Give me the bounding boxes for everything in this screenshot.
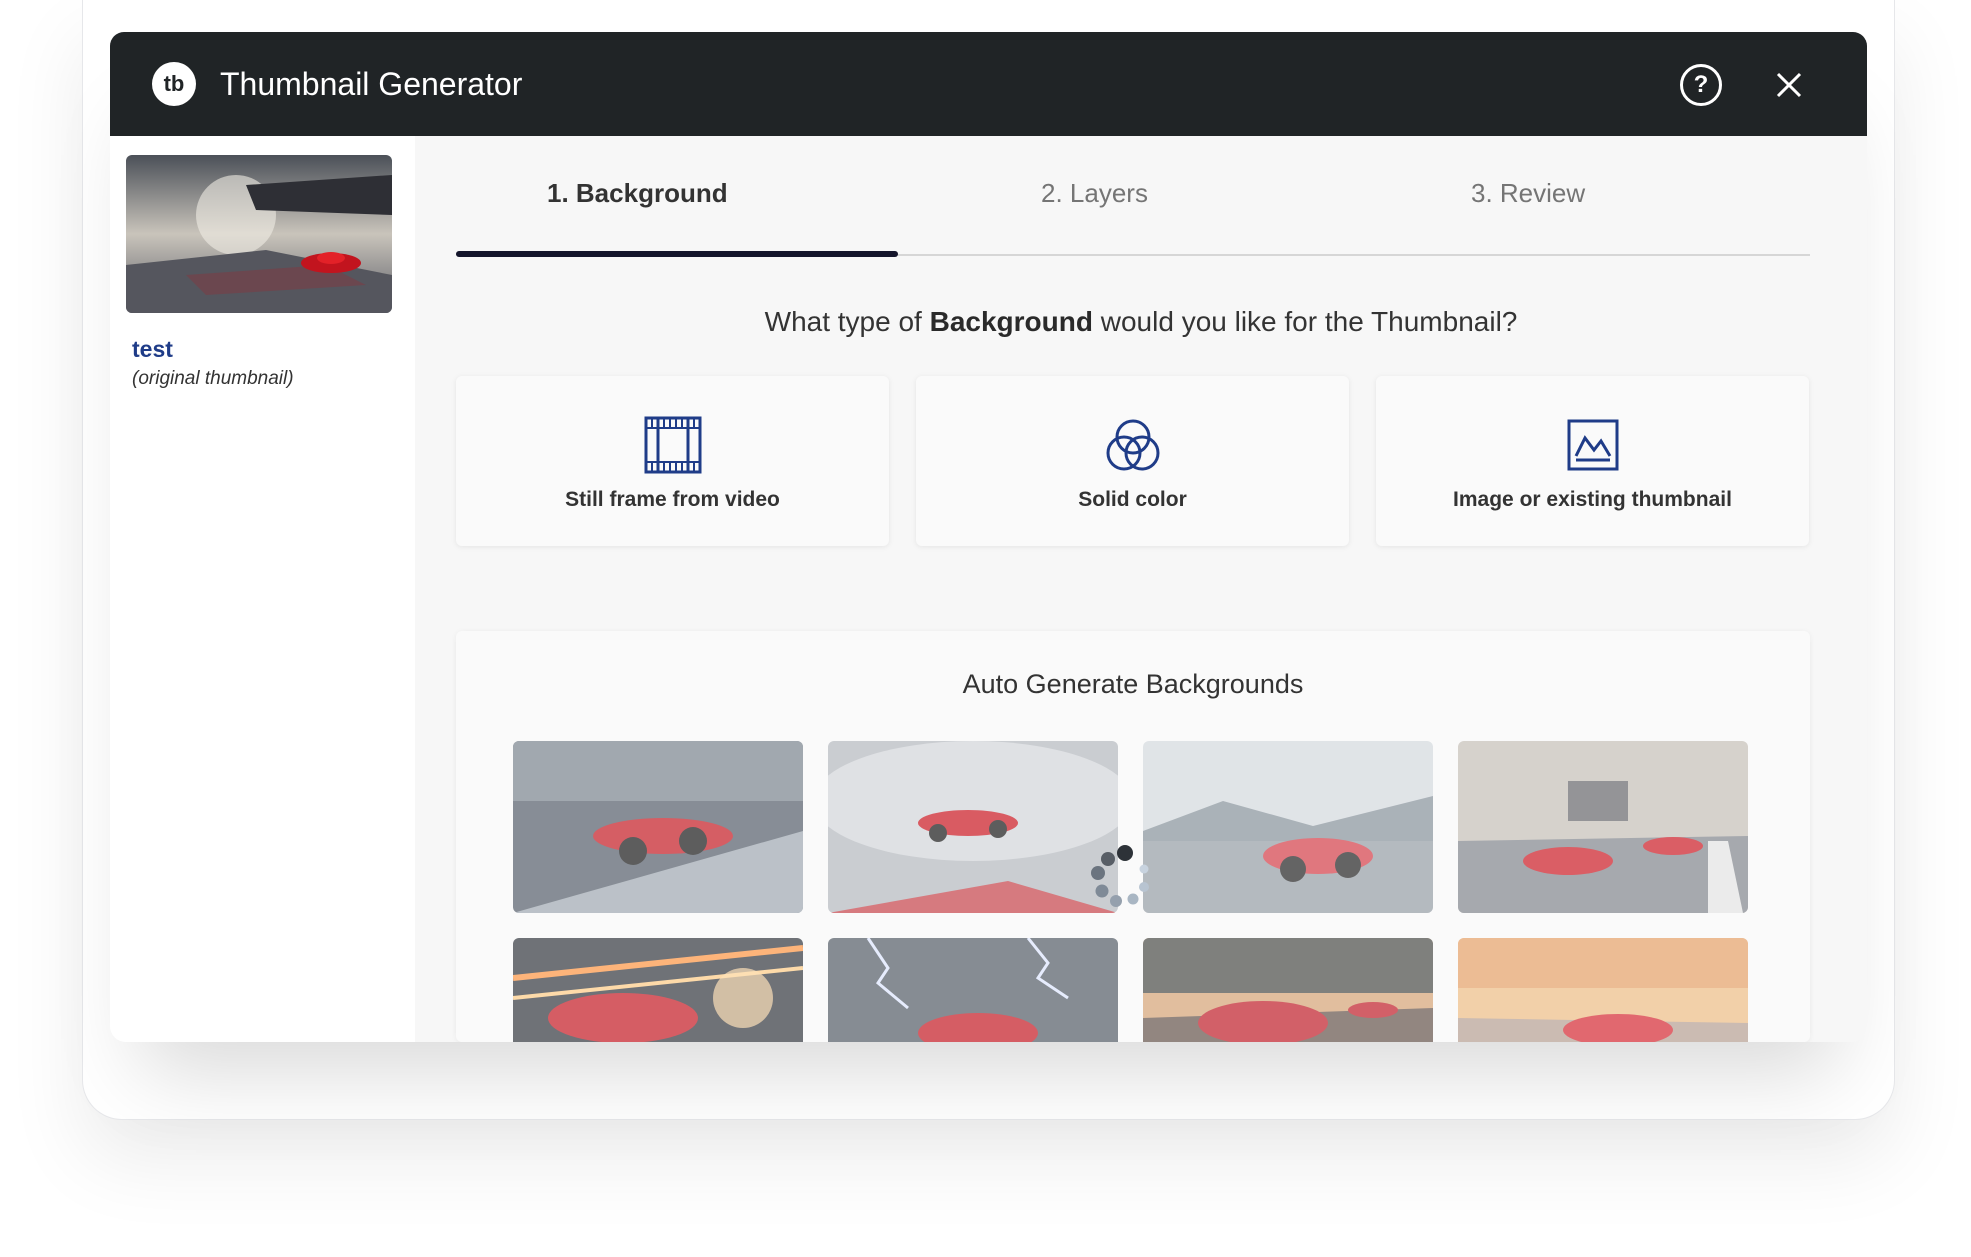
tubebuddy-logo-icon: tb bbox=[152, 62, 196, 106]
generated-background-2[interactable] bbox=[828, 741, 1118, 913]
step-tabs: 1. Background 2. Layers 3. Review bbox=[456, 136, 1810, 257]
generated-background-1[interactable] bbox=[513, 741, 803, 913]
option-label: Still frame from video bbox=[565, 488, 780, 511]
tab-review[interactable]: 3. Review bbox=[1471, 178, 1585, 209]
tab-layers[interactable]: 2. Layers bbox=[1041, 178, 1148, 209]
thumbnail-caption: (original thumbnail) bbox=[132, 368, 294, 389]
image-icon bbox=[1567, 419, 1618, 471]
generated-background-7[interactable] bbox=[1143, 938, 1433, 1042]
modal-title: Thumbnail Generator bbox=[220, 66, 523, 102]
option-solid-color[interactable]: Solid color bbox=[916, 376, 1349, 546]
close-icon bbox=[1776, 72, 1802, 98]
option-still-frame[interactable]: Still frame from video bbox=[456, 376, 889, 546]
active-tab-indicator bbox=[456, 251, 898, 257]
generated-background-5[interactable] bbox=[513, 938, 803, 1042]
generated-background-4[interactable] bbox=[1458, 741, 1748, 913]
option-label: Image or existing thumbnail bbox=[1453, 488, 1732, 511]
loading-spinner-icon bbox=[1091, 845, 1149, 907]
generated-background-3[interactable] bbox=[1143, 741, 1433, 913]
color-circles-icon bbox=[1106, 419, 1159, 471]
question-suffix: would you like for the Thumbnail? bbox=[1100, 306, 1518, 337]
auto-generate-title: Auto Generate Backgrounds bbox=[962, 669, 1304, 699]
option-image-thumbnail[interactable]: Image or existing thumbnail bbox=[1376, 376, 1809, 546]
film-icon bbox=[644, 416, 701, 474]
modal-header: tb Thumbnail Generator ? bbox=[110, 32, 1867, 136]
background-question: What type of Background would you like f… bbox=[415, 306, 1867, 338]
close-button[interactable] bbox=[1770, 66, 1808, 104]
auto-generate-panel: Auto Generate Backgrounds bbox=[456, 631, 1810, 1042]
question-prefix: What type of bbox=[764, 306, 922, 337]
thumbnail-generator-modal: tb Thumbnail Generator ? test (original … bbox=[110, 32, 1867, 1042]
original-thumbnail[interactable] bbox=[126, 155, 392, 313]
question-mark-icon: ? bbox=[1693, 71, 1709, 98]
question-emphasis: Background bbox=[929, 306, 1093, 337]
help-button[interactable]: ? bbox=[1680, 64, 1722, 106]
generated-background-8[interactable] bbox=[1458, 938, 1748, 1042]
option-label: Solid color bbox=[1078, 488, 1187, 511]
generated-background-6[interactable] bbox=[828, 938, 1118, 1042]
tab-background[interactable]: 1. Background bbox=[547, 178, 728, 209]
sidebar: test (original thumbnail) bbox=[110, 136, 415, 1042]
video-title: test bbox=[132, 336, 173, 362]
